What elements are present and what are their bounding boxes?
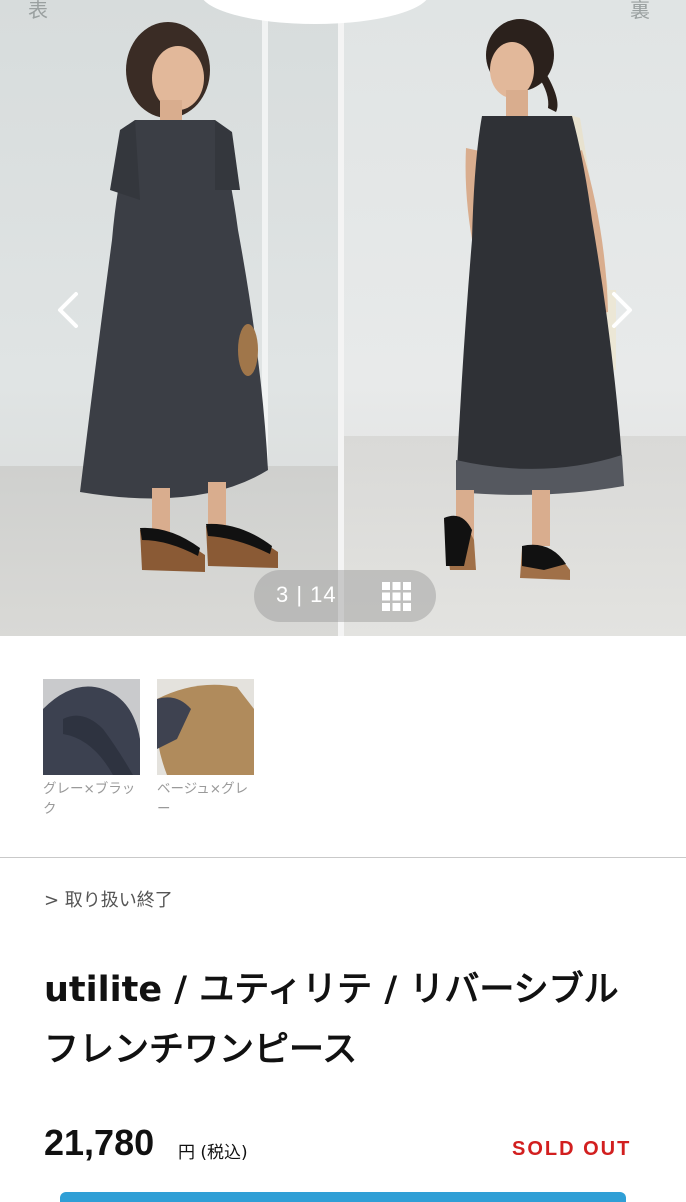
- swatch-thumbnail: [157, 679, 254, 775]
- bottom-action-bar[interactable]: [60, 1192, 626, 1202]
- product-image-gallery[interactable]: 表 裏 3 | 14: [0, 0, 686, 636]
- product-title: utilite / ユティリテ / リバーシブルフレンチワンピース: [44, 970, 619, 1070]
- swatch-label: ベージュ×グレー: [157, 781, 249, 817]
- prev-image-button[interactable]: [50, 290, 90, 330]
- image-counter-text: 3 | 14: [276, 582, 337, 607]
- color-swatch-grey-black[interactable]: グレー×ブラック: [43, 679, 141, 819]
- back-label: 裏: [630, 0, 650, 22]
- product-price: 21,780: [44, 1122, 155, 1163]
- swatch-thumbnail: [43, 679, 140, 775]
- color-swatch-beige-grey[interactable]: ベージュ×グレー: [157, 679, 255, 819]
- next-image-button[interactable]: [600, 290, 640, 330]
- front-label: 表: [28, 0, 48, 22]
- price-unit: 円 (税込): [178, 1143, 248, 1163]
- breadcrumb[interactable]: > 取り扱い終了: [44, 886, 173, 912]
- sold-out-badge: SOLD OUT: [512, 1138, 632, 1160]
- grid-icon[interactable]: [382, 582, 411, 611]
- section-divider: [0, 857, 686, 858]
- chevron-left-icon: [58, 292, 78, 328]
- chevron-right-icon: [612, 292, 632, 328]
- swatch-label: グレー×ブラック: [43, 781, 136, 817]
- image-counter[interactable]: 3 | 14: [254, 570, 436, 622]
